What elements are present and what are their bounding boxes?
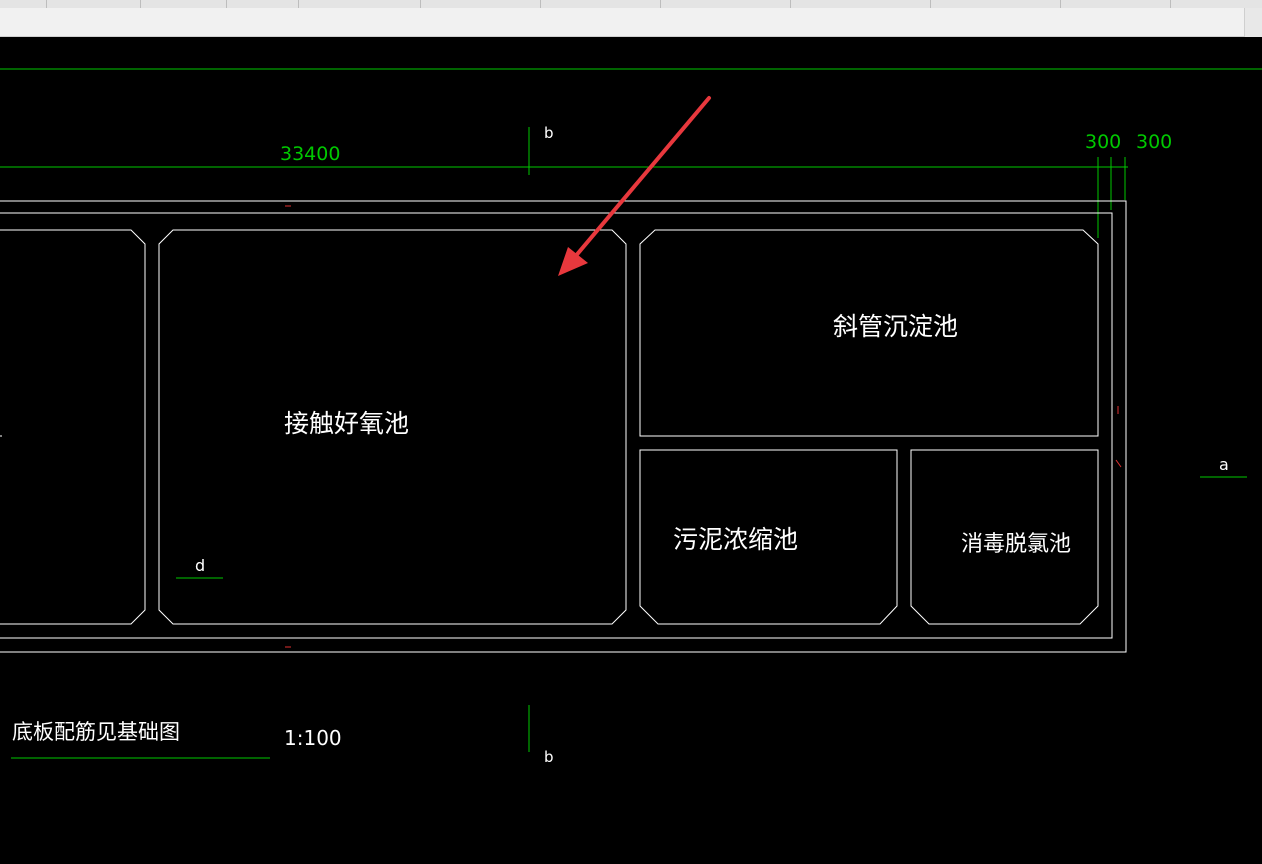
toolbar-separator: [930, 0, 931, 8]
room-label-contact-oxidation: 接触好氧池: [284, 409, 409, 438]
section-mark-b-top: b: [544, 124, 554, 142]
toolbar: [0, 0, 1262, 37]
red-tick-marks: [285, 205, 1122, 648]
total-length-dimension: 33400: [280, 143, 340, 165]
wall-thickness-left: 300: [1085, 131, 1121, 153]
annotation-arrow: [558, 96, 711, 276]
toolbar-separator: [540, 0, 541, 8]
section-mark-d: d: [195, 556, 205, 575]
vertical-scrollbar[interactable]: [1244, 8, 1262, 37]
drawing-scale: 1:100: [284, 726, 342, 750]
toolbar-separator: [660, 0, 661, 8]
room-label-disinfection: 消毒脱氯池: [961, 532, 1071, 557]
wall-thickness-right: 300: [1136, 131, 1172, 153]
room-label-inclined-tube: 斜管沉淀池: [833, 312, 958, 341]
dimension-line: [0, 157, 1128, 238]
cad-canvas[interactable]: 33400 300 300 b 接触好氧池 斜管沉淀池 污泥浓缩池 消毒脱氯池 …: [0, 37, 1262, 860]
floor-plan-drawing[interactable]: 33400 300 300 b 接触好氧池 斜管沉淀池 污泥浓缩池 消毒脱氯池 …: [0, 37, 1262, 860]
room-left-partial[interactable]: [0, 229, 146, 625]
toolbar-separator: [226, 0, 227, 8]
toolbar-separator: [1170, 0, 1171, 8]
toolbar-separator: [46, 0, 47, 8]
toolbar-separator: [790, 0, 791, 8]
toolbar-separator: [1060, 0, 1061, 8]
toolbar-separator: [298, 0, 299, 8]
room-label-sludge-thickening: 污泥浓缩池: [673, 525, 798, 554]
section-mark-a: a: [1219, 455, 1229, 474]
toolbar-strip: [0, 0, 1262, 8]
section-mark-b-bottom: b: [544, 748, 554, 766]
toolbar-separator: [140, 0, 141, 8]
base-reinforcement-note: 底板配筋见基础图: [12, 720, 180, 744]
toolbar-separator: [420, 0, 421, 8]
